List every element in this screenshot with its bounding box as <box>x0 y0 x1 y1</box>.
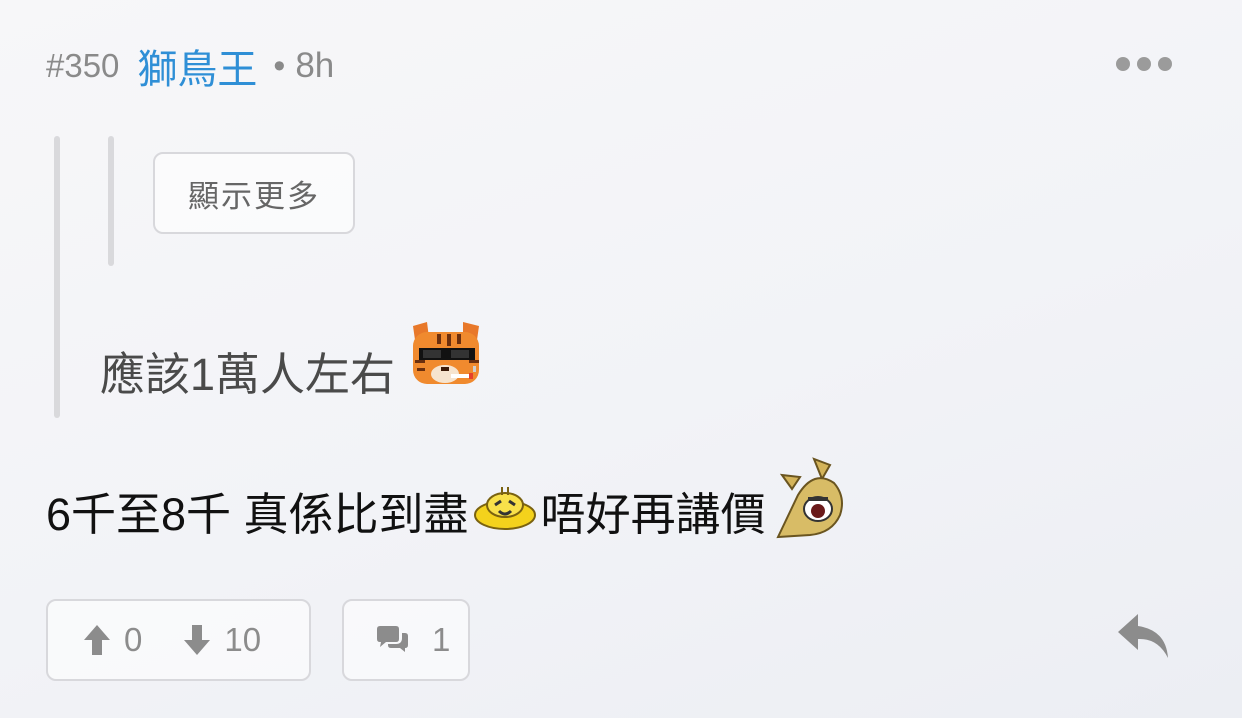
vote-box: 0 10 <box>46 599 311 681</box>
more-dot <box>1158 57 1172 71</box>
quoted-text: 應該1萬人左右 <box>100 349 396 400</box>
comment-count: 1 <box>432 621 451 658</box>
quote-bar-outer <box>54 136 60 418</box>
quoted-content: 應該1萬人左右 <box>100 321 485 403</box>
show-more-button[interactable]: 顯示更多 <box>153 152 355 234</box>
tiger-sticker-icon <box>407 320 485 392</box>
post-text-part2: 唔好再講價 <box>540 489 766 540</box>
comment-button[interactable]: 1 <box>342 599 470 681</box>
reply-button[interactable] <box>1114 608 1172 664</box>
reply-arrow-icon <box>1118 614 1168 658</box>
post-text-part1: 6千至8千 真係比到盡 <box>46 489 469 540</box>
post-body: 6千至8千 真係比到盡 唔好再講價 <box>46 456 848 543</box>
upvote-count: 0 <box>124 621 143 658</box>
more-dot <box>1116 57 1130 71</box>
arrow-up-icon <box>84 625 110 655</box>
post-header: #350 獅鳥王 • 8h <box>46 38 334 94</box>
duck-sticker-icon <box>471 485 539 533</box>
quote-bar-inner <box>108 136 114 266</box>
chat-bubbles-icon <box>377 626 408 652</box>
separator-dot: • <box>273 46 286 85</box>
post-number: #350 <box>46 47 120 84</box>
downvote-button[interactable]: 10 <box>142 601 261 679</box>
more-options-icon[interactable] <box>1116 54 1172 74</box>
more-dot <box>1137 57 1151 71</box>
downvote-count: 10 <box>224 621 262 658</box>
upvote-button[interactable]: 0 <box>48 601 142 679</box>
fox-sticker-icon <box>774 455 848 539</box>
arrow-down-icon <box>184 625 211 655</box>
author-name[interactable]: 獅鳥王 <box>137 37 257 95</box>
post-time: 8h <box>295 46 335 85</box>
